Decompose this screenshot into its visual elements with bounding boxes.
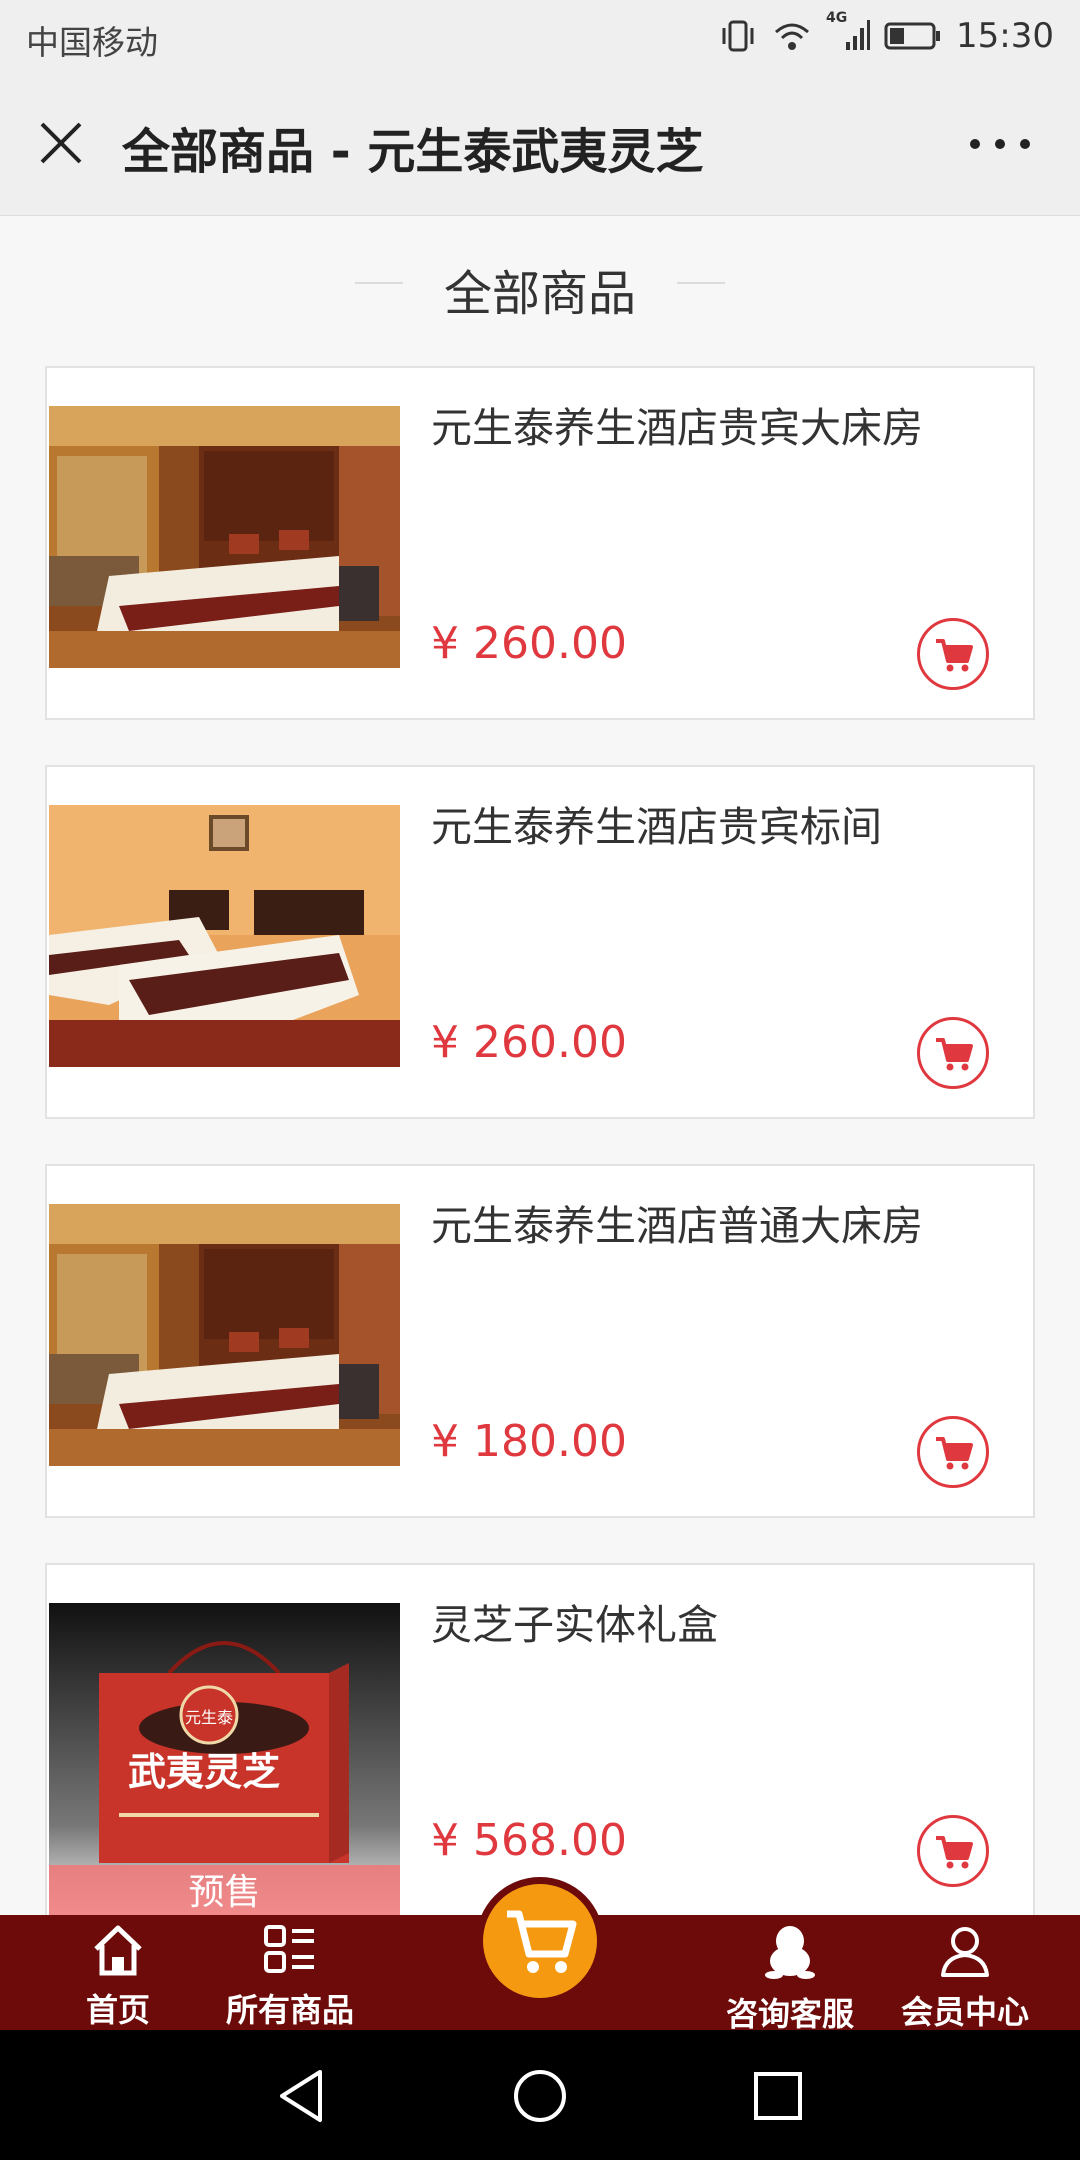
cart-icon [936, 1038, 973, 1071]
vibrate-icon [718, 16, 758, 56]
nav-label-home: 首页 [85, 1991, 150, 2029]
nav-label-customer-service: 咨询客服 [725, 1995, 854, 2033]
close-icon[interactable] [36, 118, 86, 168]
cart-icon [936, 1836, 973, 1869]
product-image-hotel-double-room[interactable] [49, 406, 400, 668]
qq-penguin-icon [762, 1923, 818, 1981]
nav-member-center[interactable]: 会员中心 [895, 1915, 1035, 2031]
cart-icon [936, 639, 973, 672]
presale-tag: 预售 [49, 1865, 400, 1921]
section-title: 全部商品 [443, 266, 636, 322]
product-image-hotel-twin-room[interactable] [49, 805, 400, 1067]
grid-list-icon [262, 1923, 318, 1977]
product-name[interactable]: 元生泰养生酒店贵宾大床房 [431, 394, 923, 454]
nav-home[interactable]: 首页 [58, 1915, 178, 2030]
battery-icon [884, 20, 942, 52]
cart-icon [507, 1910, 577, 1973]
add-to-cart-button[interactable] [917, 1017, 989, 1089]
section-header: 全部商品 [0, 216, 1080, 350]
home-icon [90, 1923, 146, 1977]
back-icon[interactable] [270, 2064, 334, 2128]
bottom-nav: 首页 所有商品 咨询客服 会员中心 [0, 1877, 1080, 2033]
carrier-name: 中国移动 [26, 23, 158, 62]
recents-square-icon[interactable] [746, 2064, 810, 2128]
system-nav-bar [0, 2030, 1080, 2160]
wifi-icon [772, 16, 812, 56]
user-icon [937, 1923, 993, 1979]
product-card[interactable]: 元生泰 武夷灵芝 预售 灵芝子实体礼盒 ¥ 568.00 [45, 1563, 1035, 1923]
gift-box-brand: 元生泰 [185, 1708, 233, 1727]
gift-box-title: 武夷灵芝 [128, 1749, 280, 1794]
screen: 中国移动 4G 15:30 全部商品 - 元生泰武夷灵芝 全部商品 元生泰养生酒… [0, 0, 1080, 2160]
status-icons: 4G 15:30 [718, 10, 1054, 58]
product-price: ¥ 568.00 [431, 1815, 627, 1866]
add-to-cart-button[interactable] [917, 1416, 989, 1488]
add-to-cart-button[interactable] [917, 1815, 989, 1887]
section-divider-right [677, 282, 725, 284]
product-card[interactable]: 元生泰养生酒店贵宾标间 ¥ 260.00 [45, 765, 1035, 1119]
product-card[interactable]: 元生泰养生酒店普通大床房 ¥ 180.00 [45, 1164, 1035, 1518]
nav-all-products[interactable]: 所有商品 [220, 1915, 360, 2030]
nav-cart[interactable] [476, 1877, 604, 2005]
status-bar: 中国移动 4G 15:30 [0, 0, 1080, 72]
page-title: 全部商品 - 元生泰武夷灵芝 [122, 124, 704, 180]
product-card[interactable]: 元生泰养生酒店贵宾大床房 ¥ 260.00 [45, 366, 1035, 720]
product-price: ¥ 260.00 [431, 1017, 627, 1068]
add-to-cart-button[interactable] [917, 618, 989, 690]
product-price: ¥ 180.00 [431, 1416, 627, 1467]
network-type: 4G [826, 10, 848, 26]
nav-label-member-center: 会员中心 [900, 1993, 1029, 2031]
cart-icon [936, 1437, 973, 1470]
product-price: ¥ 260.00 [431, 618, 627, 669]
more-icon[interactable] [970, 124, 1030, 164]
clock: 15:30 [956, 16, 1054, 56]
cart-button[interactable] [483, 1884, 597, 1998]
cellular-signal-icon: 4G [826, 10, 871, 56]
product-name[interactable]: 元生泰养生酒店贵宾标间 [431, 793, 882, 853]
home-circle-icon[interactable] [508, 2064, 572, 2128]
product-image-lingzhi-gift-box[interactable]: 元生泰 武夷灵芝 预售 [49, 1603, 400, 1921]
product-name[interactable]: 元生泰养生酒店普通大床房 [431, 1192, 923, 1252]
nav-label-all-products: 所有商品 [225, 1991, 354, 2029]
nav-customer-service[interactable]: 咨询客服 [720, 1915, 860, 2033]
product-name[interactable]: 灵芝子实体礼盒 [431, 1591, 718, 1651]
product-image-hotel-double-room[interactable] [49, 1204, 400, 1466]
title-bar: 全部商品 - 元生泰武夷灵芝 [0, 72, 1080, 216]
